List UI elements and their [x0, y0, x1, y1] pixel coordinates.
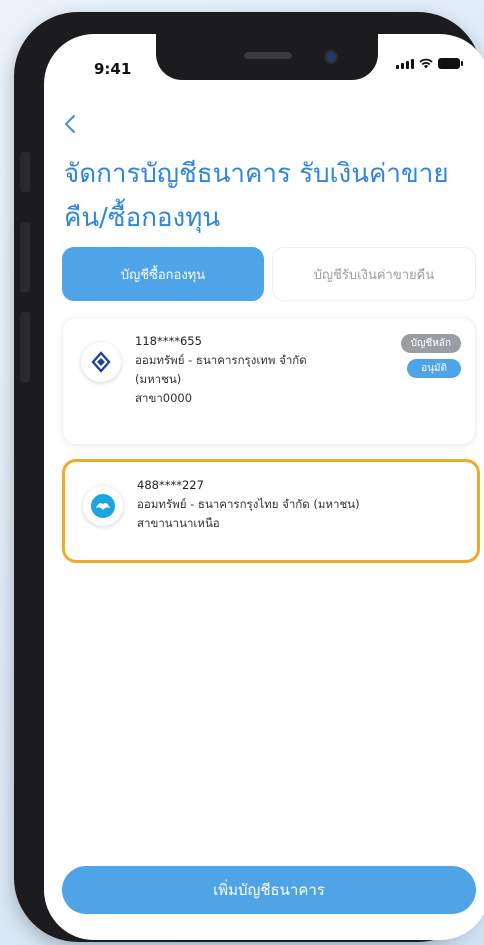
bank-name-suffix: (มหาชน): [135, 372, 182, 386]
signal-icon: [396, 59, 414, 69]
volume-up-button: [20, 222, 30, 292]
page-title-line1: จัดการบัญชีธนาคาร รับเงินค่าขาย: [64, 159, 449, 189]
account-info: 118****655 ออมทรัพย์ - ธนาคารกรุงเทพ จำก…: [135, 332, 385, 408]
lotus-icon: [91, 351, 111, 373]
status-time: 9:41: [94, 60, 132, 78]
main-account-badge: บัญชีหลัก: [400, 334, 461, 353]
volume-down-button: [20, 312, 30, 382]
account-tabs: บัญชีซื้อกองทุน บัญชีรับเงินค่าขายคืน: [62, 247, 476, 301]
account-number: 488****227: [137, 478, 204, 492]
approved-status-badge: อนุมัติ: [407, 359, 461, 378]
mute-switch: [20, 152, 30, 192]
camera: [324, 50, 338, 64]
back-button[interactable]: [64, 112, 76, 140]
bird-emblem-icon: [91, 494, 115, 518]
account-number: 118****655: [135, 334, 202, 348]
account-info: 488****227 ออมทรัพย์ - ธนาคารกรุงไทย จำก…: [137, 476, 457, 533]
wifi-icon: [419, 58, 433, 69]
branch-name: สาขา0000: [135, 391, 193, 405]
bank-account-card-highlighted[interactable]: 488****227 ออมทรัพย์ - ธนาคารกรุงไทย จำก…: [62, 459, 480, 563]
chevron-left-icon: [64, 115, 75, 133]
krungthai-bank-logo-icon: [83, 486, 123, 526]
branch-name: สาขานานาเหนือ: [137, 516, 220, 530]
bangkok-bank-logo-icon: [81, 342, 121, 382]
page-title-line2: คืน/ซื้อกองทุน: [64, 203, 221, 233]
speaker: [244, 52, 292, 59]
bank-name: ออมทรัพย์ - ธนาคารกรุงไทย จำกัด (มหาชน): [137, 497, 360, 511]
screen: 9:41 จัดการบัญชีธนาคาร รับเงินค่าขาย คืน…: [44, 34, 484, 940]
add-bank-account-button[interactable]: เพิ่มบัญชีธนาคาร: [62, 866, 476, 914]
phone-frame: 9:41 จัดการบัญชีธนาคาร รับเงินค่าขาย คืน…: [14, 12, 484, 942]
tab-buy-fund-account[interactable]: บัญชีซื้อกองทุน: [62, 247, 264, 301]
tab-redemption-account[interactable]: บัญชีรับเงินค่าขายคืน: [272, 247, 476, 301]
bank-name: ออมทรัพย์ - ธนาคารกรุงเทพ จำกัด: [135, 353, 307, 367]
page-title: จัดการบัญชีธนาคาร รับเงินค่าขาย คืน/ซื้อ…: [64, 152, 464, 240]
notch: [156, 34, 378, 80]
status-icons: [396, 58, 463, 69]
bank-account-card[interactable]: 118****655 ออมทรัพย์ - ธนาคารกรุงเทพ จำก…: [62, 317, 476, 445]
battery-icon: [438, 58, 463, 69]
account-badges: บัญชีหลัก อนุมัติ: [400, 334, 461, 378]
